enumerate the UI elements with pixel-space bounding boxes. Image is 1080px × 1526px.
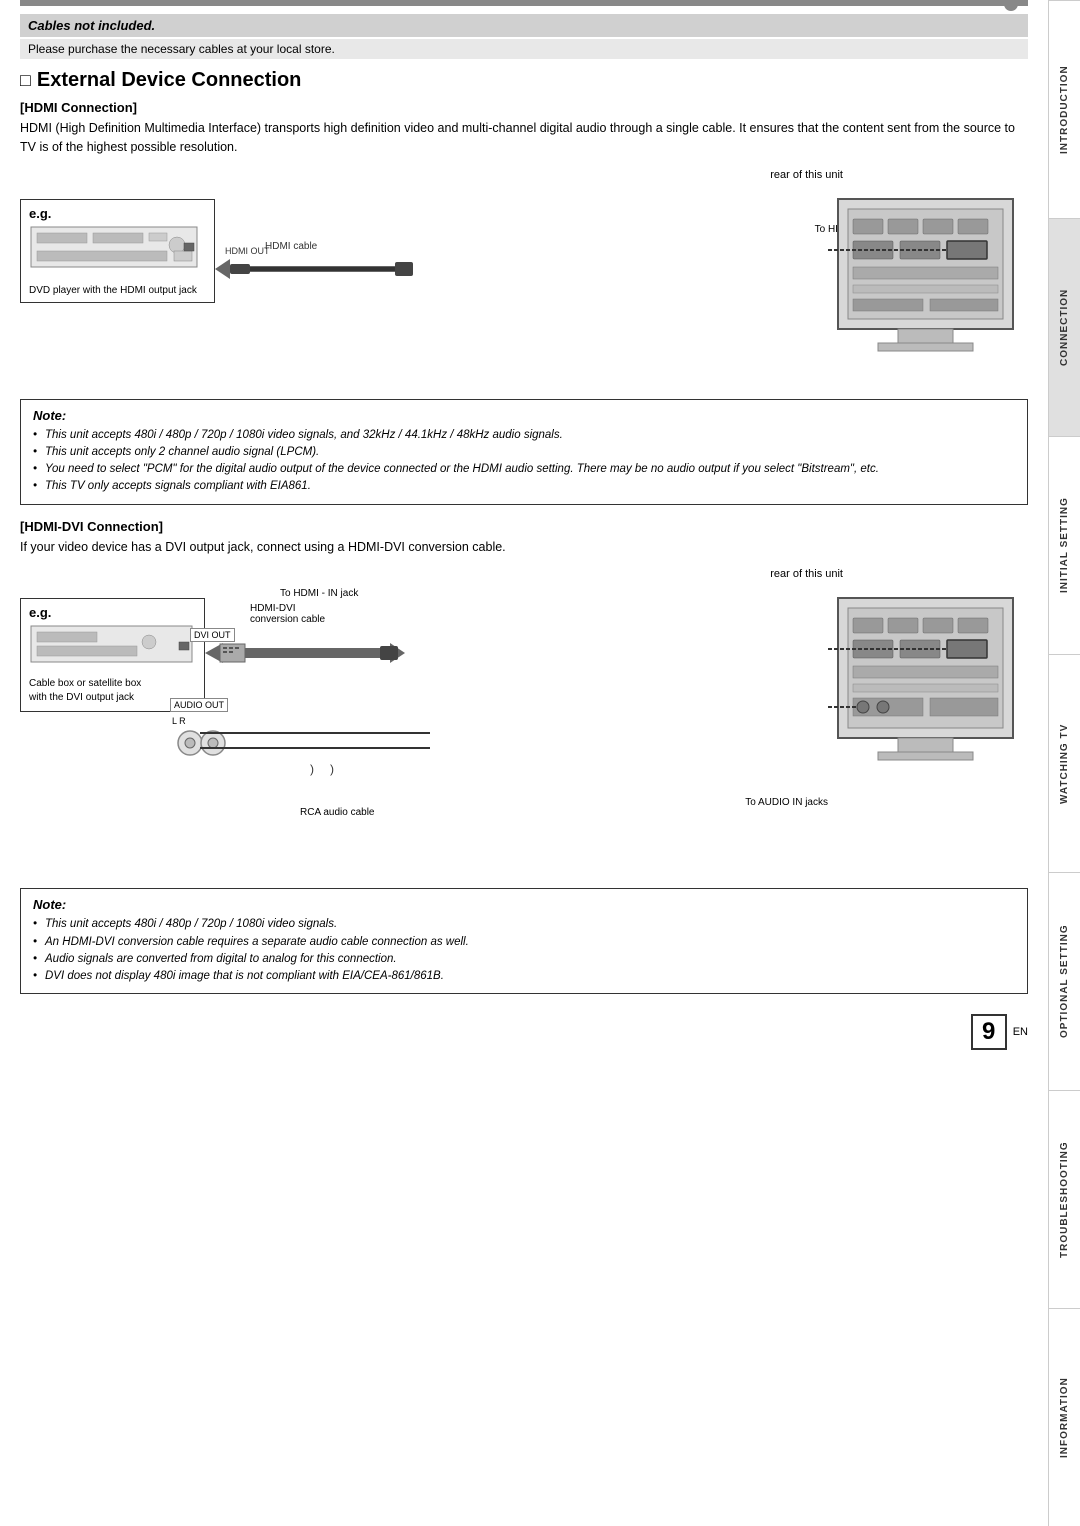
sidebar-tab-initial-setting[interactable]: INITIAL SETTING — [1049, 436, 1080, 654]
hdmi-note-item-1: This unit accepts 480i / 480p / 720p / 1… — [33, 427, 1015, 444]
sidebar-tab-connection[interactable]: CONNECTION — [1049, 218, 1080, 436]
cables-banner: Cables not included. — [20, 14, 1028, 37]
hdmi-note-item-4: This TV only accepts signals compliant w… — [33, 478, 1015, 495]
dvi-tv-rear — [828, 588, 1028, 811]
section-number-icon: □ — [20, 70, 31, 91]
hdmi-dvi-note-item-4: DVI does not display 480i image that is … — [33, 968, 1015, 985]
hdmi-note-item-3: You need to select "PCM" for the digital… — [33, 461, 1015, 478]
hdmi-rear-label: rear of this unit — [770, 169, 843, 181]
cable-box-illustration — [29, 624, 194, 674]
hdmi-dvi-note-item-1: This unit accepts 480i / 480p / 720p / 1… — [33, 916, 1015, 933]
hdmi-note-box: Note: This unit accepts 480i / 480p / 72… — [20, 399, 1028, 505]
audio-out-label: AUDIO OUT — [170, 698, 228, 712]
sidebar-tabs: INTRODUCTION CONNECTION INITIAL SETTING … — [1048, 0, 1080, 1526]
hdmi-dvi-note-title: Note: — [33, 897, 1015, 912]
cables-title: Cables not included. — [28, 18, 1020, 33]
hdmi-dvi-note-box: Note: This unit accepts 480i / 480p / 72… — [20, 888, 1028, 994]
dvi-cable-svg — [205, 618, 405, 688]
hdmi-dvi-connection-section: [HDMI-DVI Connection] If your video devi… — [20, 519, 1028, 995]
dvd-player-illustration — [29, 225, 199, 280]
sidebar-tab-information[interactable]: INFORMATION — [1049, 1308, 1080, 1526]
dvi-device-box: e.g. Cable box or satellite box with the… — [20, 598, 205, 712]
sidebar-tab-troubleshooting[interactable]: TROUBLESHOOTING — [1049, 1090, 1080, 1308]
svg-text:): ) — [330, 762, 334, 776]
hdmi-connection-section: [HDMI Connection] HDMI (High Definition … — [20, 100, 1028, 505]
hdmi-dvi-cable-label: To HDMI - IN jack — [280, 588, 358, 599]
hdmi-dvi-diagram: rear of this unit e.g. Cable box or sate… — [20, 568, 1028, 868]
hdmi-dvi-connection-header: [HDMI-DVI Connection] — [20, 519, 1028, 534]
sidebar-tab-watching-tv[interactable]: WATCHING TV — [1049, 654, 1080, 872]
to-audio-label: To AUDIO IN jacks — [745, 797, 828, 808]
hdmi-cable-area: HDMI OUT HDMI cable To HDMI - IN jack — [215, 234, 833, 317]
dvi-tv-svg — [828, 588, 1028, 808]
hdmi-device-box: e.g. DVD player with the HDMI output jac… — [20, 199, 215, 303]
hdmi-diagram: rear of this unit e.g. DVD player with t… — [20, 169, 1028, 389]
hdmi-dvi-connection-desc: If your video device has a DVI output ja… — [20, 538, 1028, 557]
hdmi-dvi-note-item-2: An HDMI-DVI conversion cable requires a … — [33, 934, 1015, 951]
cables-subtitle: Please purchase the necessary cables at … — [20, 39, 1028, 59]
hdmi-dvi-note-item-3: Audio signals are converted from digital… — [33, 951, 1015, 968]
hdmi-note-title: Note: — [33, 408, 1015, 423]
hdmi-device-caption: DVD player with the HDMI output jack — [29, 285, 206, 296]
svg-text:HDMI OUT: HDMI OUT — [225, 246, 270, 256]
sidebar-tab-introduction[interactable]: INTRODUCTION — [1049, 0, 1080, 218]
page-lang: EN — [1013, 1026, 1028, 1038]
page-footer: 9 EN — [20, 1014, 1028, 1050]
hdmi-note-item-2: This unit accepts only 2 channel audio s… — [33, 444, 1015, 461]
dvi-device-eg-label: e.g. — [29, 605, 196, 620]
hdmi-cable-svg: HDMI OUT HDMI cable — [215, 234, 833, 314]
audio-cable-svg: ) ) — [200, 713, 450, 813]
section-title: □ External Device Connection — [20, 69, 1028, 92]
hdmi-device-eg-label: e.g. — [29, 206, 206, 221]
svg-text:): ) — [310, 762, 314, 776]
hdmi-connection-header: [HDMI Connection] — [20, 100, 1028, 115]
hdmi-connection-desc: HDMI (High Definition Multimedia Interfa… — [20, 119, 1028, 157]
sidebar-tab-optional-setting[interactable]: OPTIONAL SETTING — [1049, 872, 1080, 1090]
section-title-text: External Device Connection — [37, 69, 302, 92]
svg-text:HDMI cable: HDMI cable — [265, 241, 318, 252]
main-content: Cables not included. Please purchase the… — [0, 0, 1048, 1070]
hdmi-tv-svg — [828, 189, 1028, 384]
dvi-rear-label: rear of this unit — [770, 568, 843, 580]
hdmi-tv-rear — [828, 189, 1028, 387]
page-number: 9 — [971, 1014, 1007, 1050]
